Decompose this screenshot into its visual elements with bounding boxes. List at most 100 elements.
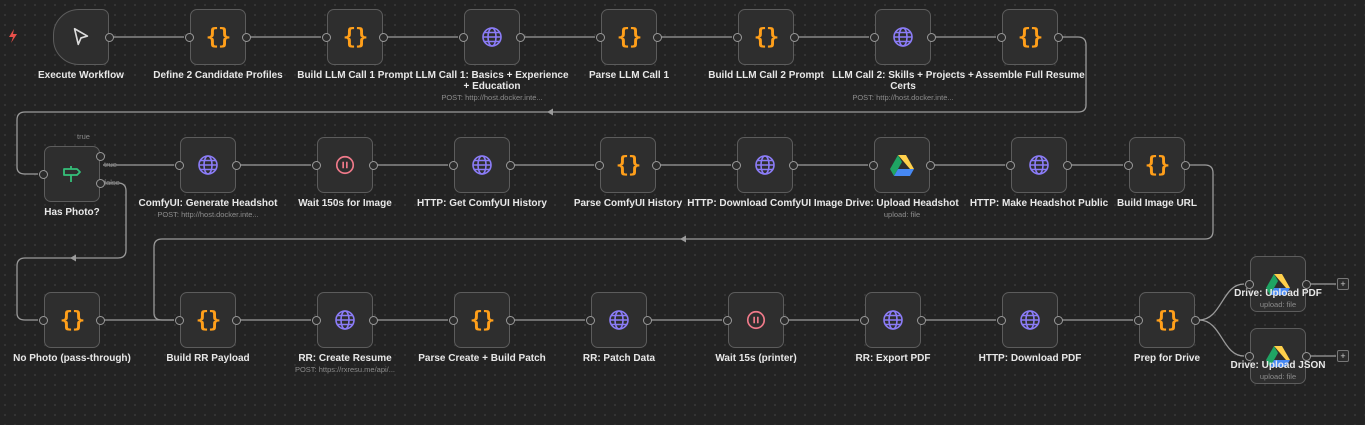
output-port[interactable]: [1063, 161, 1072, 170]
node-build-image-url[interactable]: {} Build Image URL: [1117, 137, 1197, 209]
output-port[interactable]: [789, 161, 798, 170]
input-port[interactable]: [1124, 161, 1133, 170]
output-port[interactable]: [232, 316, 241, 325]
input-port[interactable]: [1006, 161, 1015, 170]
add-node-button[interactable]: +: [1337, 278, 1349, 290]
node-wait-150[interactable]: Wait 150s for Image: [298, 137, 392, 209]
input-port[interactable]: [459, 33, 468, 42]
node-build-llm1-prompt[interactable]: {} Build LLM Call 1 Prompt: [297, 9, 413, 81]
node-label: HTTP: Download ComfyUI Image: [687, 198, 843, 209]
globe-icon: [888, 22, 918, 52]
node-build-llm2-prompt[interactable]: {} Build LLM Call 2 Prompt: [708, 9, 824, 81]
input-port[interactable]: [869, 161, 878, 170]
node-http-download-pdf[interactable]: HTTP: Download PDF: [979, 292, 1081, 364]
output-port[interactable]: [506, 316, 515, 325]
input-port[interactable]: [733, 33, 742, 42]
globe-icon: [604, 305, 634, 335]
output-port[interactable]: [917, 316, 926, 325]
input-port[interactable]: [39, 316, 48, 325]
node-subtitle: POST: http://host.docker.inte...: [441, 93, 543, 102]
node-parse-llm1[interactable]: {} Parse LLM Call 1: [589, 9, 669, 81]
input-port[interactable]: [175, 316, 184, 325]
node-drive-upload-headshot[interactable]: Drive: Upload Headshot upload: file: [845, 137, 959, 219]
node-llm-call-1[interactable]: LLM Call 1: Basics + Experience + Educat…: [415, 9, 569, 102]
output-port[interactable]: [516, 33, 525, 42]
output-port[interactable]: [105, 33, 114, 42]
signpost-icon: [57, 159, 87, 189]
node-parse-create[interactable]: {} Parse Create + Build Patch: [418, 292, 546, 364]
node-build-rr-payload[interactable]: {} Build RR Payload: [166, 292, 250, 364]
output-port[interactable]: [643, 316, 652, 325]
branch-label-true: true: [104, 160, 117, 169]
input-port[interactable]: [322, 33, 331, 42]
input-port[interactable]: [449, 161, 458, 170]
globe-icon: [467, 150, 497, 180]
output-port[interactable]: [242, 33, 251, 42]
output-port[interactable]: [506, 161, 515, 170]
output-port[interactable]: [927, 33, 936, 42]
output-port[interactable]: [926, 161, 935, 170]
output-port[interactable]: [369, 161, 378, 170]
node-rr-create[interactable]: RR: Create Resume POST: https://rxresu.me…: [295, 292, 395, 374]
node-define-candidates[interactable]: {} Define 2 Candidate Profiles: [153, 9, 283, 81]
output-port[interactable]: [1054, 33, 1063, 42]
input-port[interactable]: [185, 33, 194, 42]
output-port[interactable]: [232, 161, 241, 170]
input-port[interactable]: [997, 33, 1006, 42]
input-port[interactable]: [312, 316, 321, 325]
node-comfy-generate[interactable]: ComfyUI: Generate Headshot POST: http://h…: [139, 137, 277, 219]
output-port[interactable]: [369, 316, 378, 325]
output-port[interactable]: [1191, 316, 1200, 325]
node-http-make-public[interactable]: HTTP: Make Headshot Public: [970, 137, 1108, 209]
input-port[interactable]: [997, 316, 1006, 325]
node-label: HTTP: Get ComfyUI History: [416, 198, 547, 209]
node-subtitle: upload: file: [1259, 300, 1297, 309]
node-rr-export[interactable]: RR: Export PDF: [856, 292, 931, 364]
input-port[interactable]: [860, 316, 869, 325]
node-http-get-history[interactable]: HTTP: Get ComfyUI History: [417, 137, 547, 209]
node-label: LLM Call 1: Basics + Experience + Educat…: [412, 70, 572, 103]
node-label: Define 2 Candidate Profiles: [153, 70, 283, 81]
output-port[interactable]: [652, 161, 661, 170]
input-port[interactable]: [1134, 316, 1143, 325]
workflow-canvas[interactable]: Execute Workflow {} Define 2 Candidate P…: [0, 0, 1365, 425]
input-port[interactable]: [595, 161, 604, 170]
node-drive-upload-json[interactable]: Drive: Upload JSON upload: file: [1230, 328, 1326, 384]
input-port[interactable]: [870, 33, 879, 42]
input-port[interactable]: [449, 316, 458, 325]
node-label: Parse Create + Build Patch: [418, 353, 546, 364]
input-port[interactable]: [39, 170, 48, 179]
node-assemble-resume[interactable]: {} Assemble Full Resume: [975, 9, 1085, 81]
output-port[interactable]: [1181, 161, 1190, 170]
node-label: Build LLM Call 2 Prompt: [708, 70, 824, 81]
node-has-photo[interactable]: true Has Photo?: [39, 133, 105, 218]
output-port[interactable]: [653, 33, 662, 42]
node-prep-drive[interactable]: {} Prep for Drive: [1134, 292, 1200, 364]
output-port[interactable]: [790, 33, 799, 42]
node-llm-call-2[interactable]: LLM Call 2: Skills + Projects + Certs POS…: [832, 9, 974, 102]
branch-label-false: false: [104, 178, 120, 187]
node-parse-history[interactable]: {} Parse ComfyUI History: [574, 137, 682, 209]
input-port[interactable]: [312, 161, 321, 170]
node-no-photo[interactable]: {} No Photo (pass-through): [13, 292, 131, 364]
output-port[interactable]: [96, 316, 105, 325]
input-port[interactable]: [723, 316, 732, 325]
input-port[interactable]: [596, 33, 605, 42]
input-port[interactable]: [586, 316, 595, 325]
input-port[interactable]: [175, 161, 184, 170]
node-wait-15[interactable]: Wait 15s (printer): [715, 292, 797, 364]
output-port[interactable]: [379, 33, 388, 42]
node-http-download-image[interactable]: HTTP: Download ComfyUI Image: [687, 137, 843, 209]
node-label: Assemble Full Resume: [975, 70, 1085, 81]
output-port[interactable]: [780, 316, 789, 325]
node-execute-workflow[interactable]: Execute Workflow: [9, 9, 124, 81]
code-braces-icon: {}: [469, 307, 496, 333]
node-drive-upload-pdf[interactable]: Drive: Upload PDF upload: file: [1234, 256, 1322, 312]
input-port[interactable]: [732, 161, 741, 170]
add-node-button[interactable]: +: [1337, 350, 1349, 362]
code-braces-icon: {}: [1017, 24, 1044, 50]
pause-icon: [330, 150, 360, 180]
output-port[interactable]: [1054, 316, 1063, 325]
node-rr-patch[interactable]: RR: Patch Data: [583, 292, 655, 364]
code-braces-icon: {}: [616, 24, 643, 50]
